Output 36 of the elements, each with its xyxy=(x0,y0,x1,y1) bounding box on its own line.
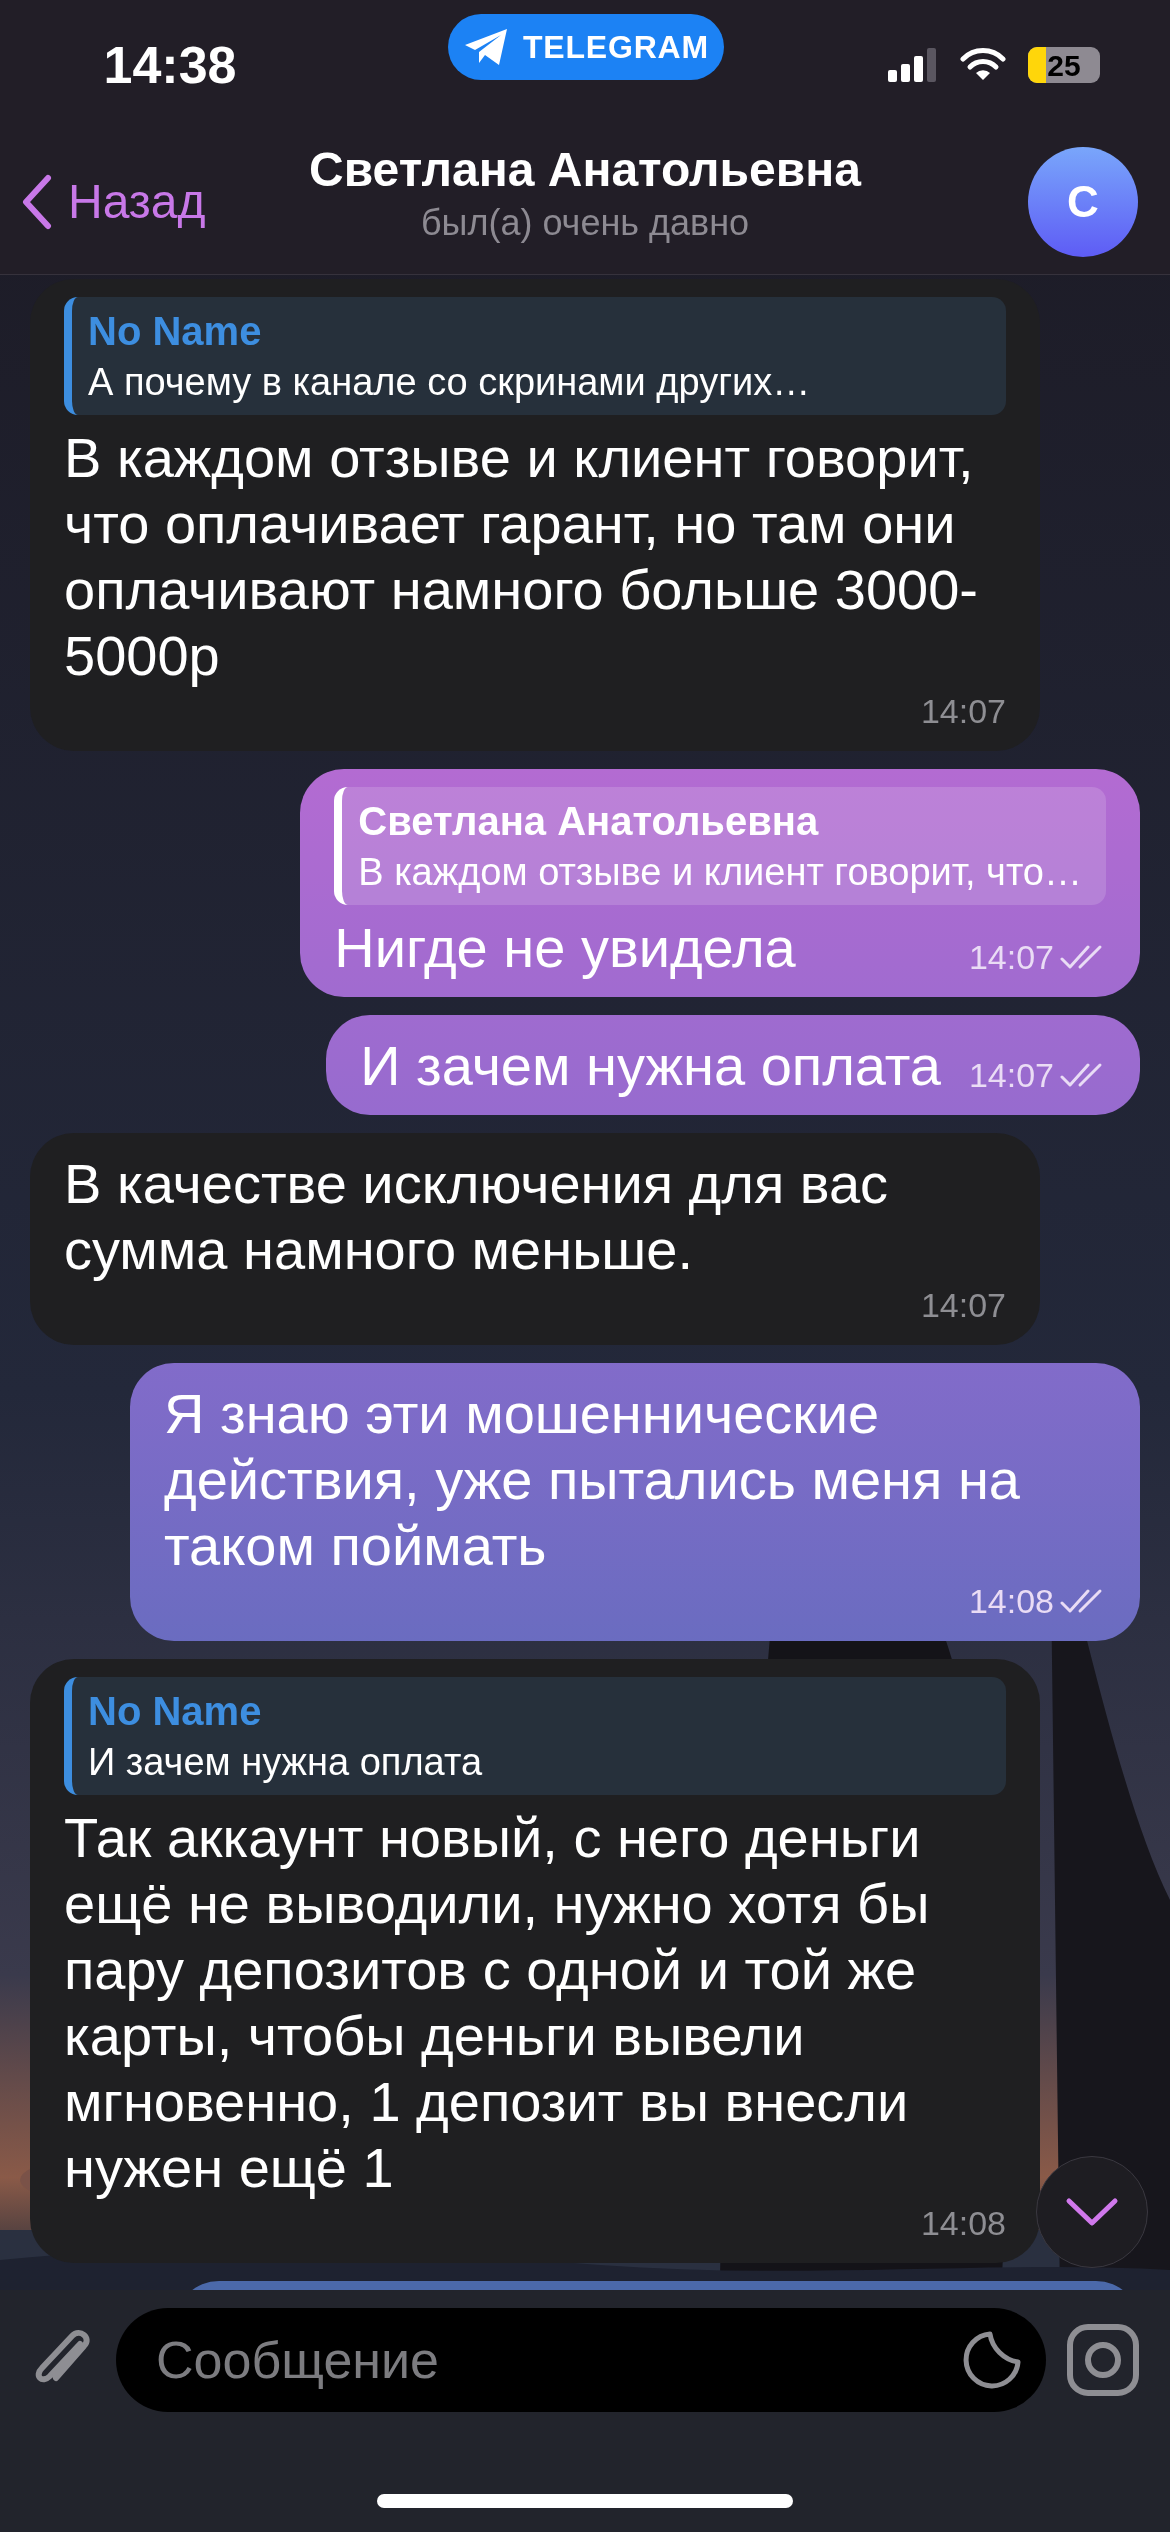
chat-status: был(а) очень давно xyxy=(420,201,750,245)
app-pill[interactable]: TELEGRAM xyxy=(448,14,724,80)
reply-author: No Name xyxy=(88,1688,263,1735)
reply-text: А почему в канале со скринами других… xyxy=(88,360,812,405)
back-button[interactable]: Назад xyxy=(22,166,206,238)
message-time: 14:07 xyxy=(920,691,1006,732)
message-text: В качестве исключения для вас сумма намного меньше. xyxy=(64,1151,890,1283)
reply-author: Светлана Анатольевна xyxy=(358,798,820,845)
signal-icon xyxy=(888,48,938,82)
chevron-down-icon xyxy=(1065,2197,1119,2227)
avatar[interactable]: С xyxy=(1028,147,1138,257)
reply-text: И зачем нужна оплата xyxy=(88,1740,483,1785)
message-time: 14:08 xyxy=(968,1581,1054,1622)
reply-quote[interactable]: No Name И зачем нужна оплата xyxy=(64,1677,1006,1795)
message-input-field[interactable]: Сообщение xyxy=(116,2308,1046,2412)
message-time: 14:07 xyxy=(968,937,1054,978)
message-text: И зачем нужна оплата xyxy=(360,1033,941,1099)
camera-icon xyxy=(1066,2323,1140,2397)
battery-indicator: 25 xyxy=(1028,47,1100,83)
status-time: 14:38 xyxy=(102,35,238,96)
message-time: 14:07 xyxy=(920,1285,1006,1326)
sticker-icon[interactable] xyxy=(962,2330,1022,2390)
message-text: Нигде не увидела xyxy=(334,915,797,981)
message-time: 14:08 xyxy=(920,2203,1006,2244)
reply-text: В каждом отзыве и клиент говорит, что… xyxy=(358,850,1082,895)
paper-plane-icon xyxy=(463,27,509,67)
message-text: Так аккаунт новый, с него деньги ещё не выводили, нужно хотя бы пару депозитов с одной и той же карты, чтобы деньги вывели мгновенно, 1 депозит вы внесли нужен ещё 1 xyxy=(64,1805,931,2201)
message-text: Я знаю эти мошеннические действия, уже пытались меня на таком поймать xyxy=(164,1381,1021,1579)
chevron-left-icon xyxy=(22,174,52,230)
reply-quote[interactable]: No Name А почему в канале со скринами других… xyxy=(64,297,1006,415)
message-text: В каждом отзыве и клиент говорит, что оплачивает гарант, но там они оплачивают намного больше 3000-5000р xyxy=(64,425,979,689)
message-time: 14:07 xyxy=(968,1055,1054,1096)
chat-title: Светлана Анатольевна xyxy=(309,142,861,198)
reply-quote[interactable]: Светлана Анатольевна В каждом отзыве и клиент говорит, что… xyxy=(334,787,1106,905)
wifi-icon xyxy=(960,48,1006,82)
reply-author: No Name xyxy=(88,308,263,355)
